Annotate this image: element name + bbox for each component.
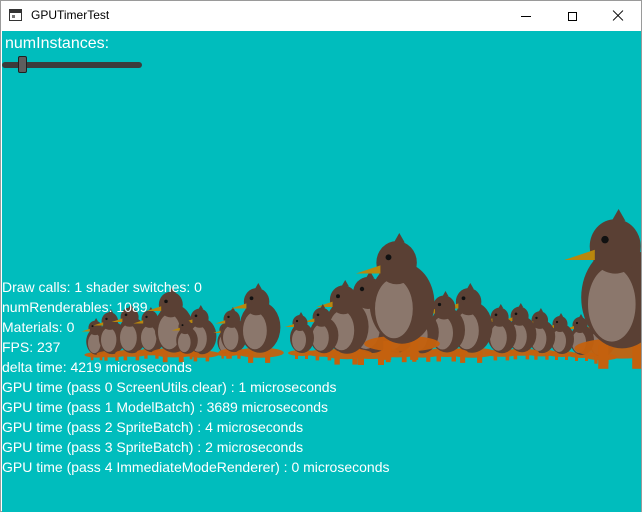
stat-delta-time: delta time: 4219 microseconds — [2, 359, 192, 375]
stat-gpu-pass-3: GPU time (pass 3 SpriteBatch) : 2 micros… — [2, 439, 304, 455]
stat-gpu-pass-2: GPU time (pass 2 SpriteBatch) : 4 micros… — [2, 419, 304, 435]
minimize-icon — [521, 15, 531, 17]
maximize-button[interactable] — [549, 1, 595, 31]
app-window: GPUTimerTest numInstances: Draw calls: 1… — [0, 0, 642, 512]
stat-fps: FPS: 237 — [2, 339, 61, 355]
close-icon — [612, 10, 624, 22]
stat-gpu-pass-1: GPU time (pass 1 ModelBatch) : 3689 micr… — [2, 399, 329, 415]
close-button[interactable] — [595, 1, 641, 31]
stats-overlay: Draw calls: 1 shader switches: 0 numRend… — [2, 277, 389, 477]
stat-gpu-pass-0: GPU time (pass 0 ScreenUtils.clear) : 1 … — [2, 379, 337, 395]
stat-draw-calls: Draw calls: 1 shader switches: 0 — [2, 279, 202, 295]
maximize-icon — [567, 11, 577, 21]
render-viewport[interactable]: numInstances: Draw calls: 1 shader switc… — [2, 31, 641, 512]
slider-knob[interactable] — [18, 56, 27, 73]
window-title: GPUTimerTest — [31, 8, 110, 22]
title-bar[interactable]: GPUTimerTest — [1, 1, 641, 31]
window-app-icon[interactable] — [9, 9, 22, 21]
num-instances-label: numInstances: — [5, 35, 110, 52]
stat-num-renderables: numRenderables: 1089 — [2, 299, 148, 315]
stat-materials: Materials: 0 — [2, 319, 75, 335]
num-instances-slider[interactable] — [2, 56, 142, 73]
stat-gpu-pass-4: GPU time (pass 4 ImmediateModeRenderer) … — [2, 459, 390, 475]
minimize-button[interactable] — [503, 1, 549, 31]
